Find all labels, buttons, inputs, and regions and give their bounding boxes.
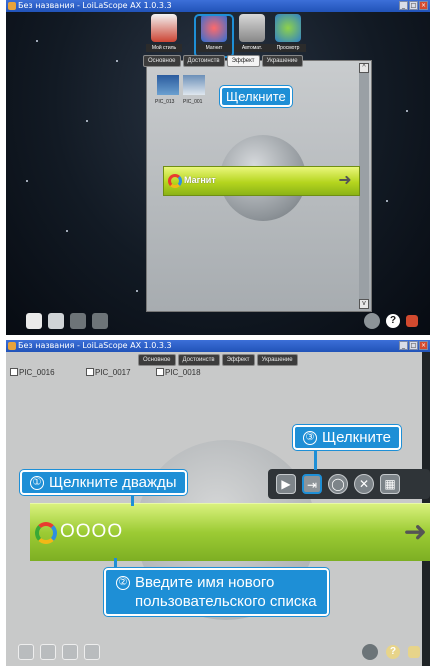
tab-basic[interactable]: Основное (138, 354, 176, 366)
star (86, 120, 88, 122)
list-name: Магнит (184, 175, 216, 185)
tab-effect[interactable]: Эффект (226, 55, 260, 67)
window-titlebar: Без названия - LoiLaScope AX 1.0.3.3 _ □… (6, 340, 430, 352)
star (66, 230, 68, 232)
callout-click: Щелкните (220, 86, 292, 107)
close-icon[interactable]: ✕ (354, 474, 374, 494)
import-icon[interactable]: ⇥ (302, 474, 322, 494)
arrow-right-icon[interactable]: ➜ (335, 172, 355, 190)
maximize-button[interactable]: □ (409, 341, 418, 350)
lasso-icon[interactable]: ◯ (328, 474, 348, 494)
tab-dignity[interactable]: Достоинств (182, 55, 225, 67)
window-controls: _ □ × (399, 1, 428, 10)
tab-effect[interactable]: Эффект (221, 354, 255, 366)
loilo-logo-icon (168, 174, 182, 188)
star (386, 200, 388, 202)
callout-step-3: ③ Щелкните (293, 425, 401, 450)
file-item[interactable]: PIC_0017 (86, 368, 131, 377)
exit-icon[interactable] (408, 646, 420, 658)
app-icon (8, 2, 16, 10)
callout-step-2: ② Введите имя нового пользовательского сп… (104, 568, 329, 616)
window-titlebar: Без названия - LoiLaScope AX 1.0.3.3 _ □… (6, 0, 430, 12)
window-controls: _ □ × (399, 341, 428, 350)
globe-icon (275, 14, 301, 42)
close-button[interactable]: × (419, 1, 428, 10)
user-list-bar[interactable]: OOOO ➜ (30, 503, 430, 561)
undo-icon[interactable] (62, 644, 78, 660)
window-title: Без названия - LoiLaScope AX 1.0.3.3 (18, 341, 172, 350)
pen-icon[interactable] (18, 644, 34, 660)
arrow-right-icon[interactable]: ➜ (404, 517, 427, 547)
speaker-icon[interactable] (364, 313, 380, 329)
scroll-up-icon[interactable]: ^ (359, 63, 369, 73)
selection-highlight (194, 14, 234, 58)
menu-item-my-style[interactable]: Мой стиль (146, 14, 182, 52)
file-item[interactable]: PIC_0016 (10, 368, 55, 377)
list-name[interactable]: OOOO (60, 521, 123, 543)
list-toolbar: ▶ ⇥ ◯ ✕ ▦ (268, 469, 430, 499)
callout-step-1: ① Щелкните дважды (20, 470, 187, 495)
tab-decoration[interactable]: Украшение (256, 354, 298, 366)
star (36, 40, 38, 42)
thumbnail[interactable] (183, 75, 205, 95)
bottom-toolbar: ? (6, 636, 430, 666)
lasso-icon[interactable] (48, 313, 64, 329)
screenshot-bottom: Без названия - LoiLaScope AX 1.0.3.3 _ □… (6, 340, 430, 666)
star (406, 110, 408, 112)
auto-icon (239, 14, 265, 42)
grid-icon[interactable]: ▦ (380, 474, 400, 494)
speaker-icon[interactable] (362, 644, 378, 660)
exit-icon[interactable] (406, 315, 418, 327)
thumbnail-label: PIC_013 (155, 99, 175, 105)
tab-dignity[interactable]: Достоинств (177, 354, 220, 366)
checkbox[interactable] (10, 368, 18, 376)
scrollbar[interactable]: ^ v (359, 63, 369, 309)
menu-item-auto[interactable]: Автомат. (234, 14, 270, 52)
tab-basic[interactable]: Основное (143, 55, 181, 67)
file-item[interactable]: PIC_0018 (156, 368, 201, 377)
play-icon[interactable]: ▶ (276, 474, 296, 494)
tab-bar: Основное Достоинств Эффект Украшение (138, 354, 298, 366)
minimize-button[interactable]: _ (399, 1, 408, 10)
star (26, 180, 28, 182)
help-icon[interactable]: ? (386, 314, 400, 328)
help-icon[interactable]: ? (386, 645, 400, 659)
close-button[interactable]: × (419, 341, 428, 350)
star (136, 290, 138, 292)
app-icon (8, 342, 16, 350)
tab-bar: Основное Достоинств Эффект Украшение (143, 55, 303, 67)
screenshot-top: Без названия - LoiLaScope AX 1.0.3.3 _ □… (6, 0, 430, 335)
checkbox[interactable] (86, 368, 94, 376)
tab-decoration[interactable]: Украшение (261, 55, 303, 67)
thumbnail[interactable] (157, 75, 179, 95)
window-title: Без названия - LoiLaScope AX 1.0.3.3 (18, 1, 172, 10)
menu-item-view[interactable]: Просмотр (270, 14, 306, 52)
bottom-toolbar: ? (6, 305, 430, 335)
lasso-icon[interactable] (40, 644, 56, 660)
undo-icon[interactable] (70, 313, 86, 329)
user-list-bar[interactable]: Магнит ➜ (163, 166, 360, 196)
redo-icon[interactable] (84, 644, 100, 660)
gift-icon (151, 14, 177, 42)
maximize-button[interactable]: □ (409, 1, 418, 10)
pen-icon[interactable] (26, 313, 42, 329)
thumbnail-label: PIC_001 (183, 99, 203, 105)
star (116, 60, 118, 62)
loilo-logo-icon (35, 522, 57, 544)
minimize-button[interactable]: _ (399, 341, 408, 350)
checkbox[interactable] (156, 368, 164, 376)
redo-icon[interactable] (92, 313, 108, 329)
